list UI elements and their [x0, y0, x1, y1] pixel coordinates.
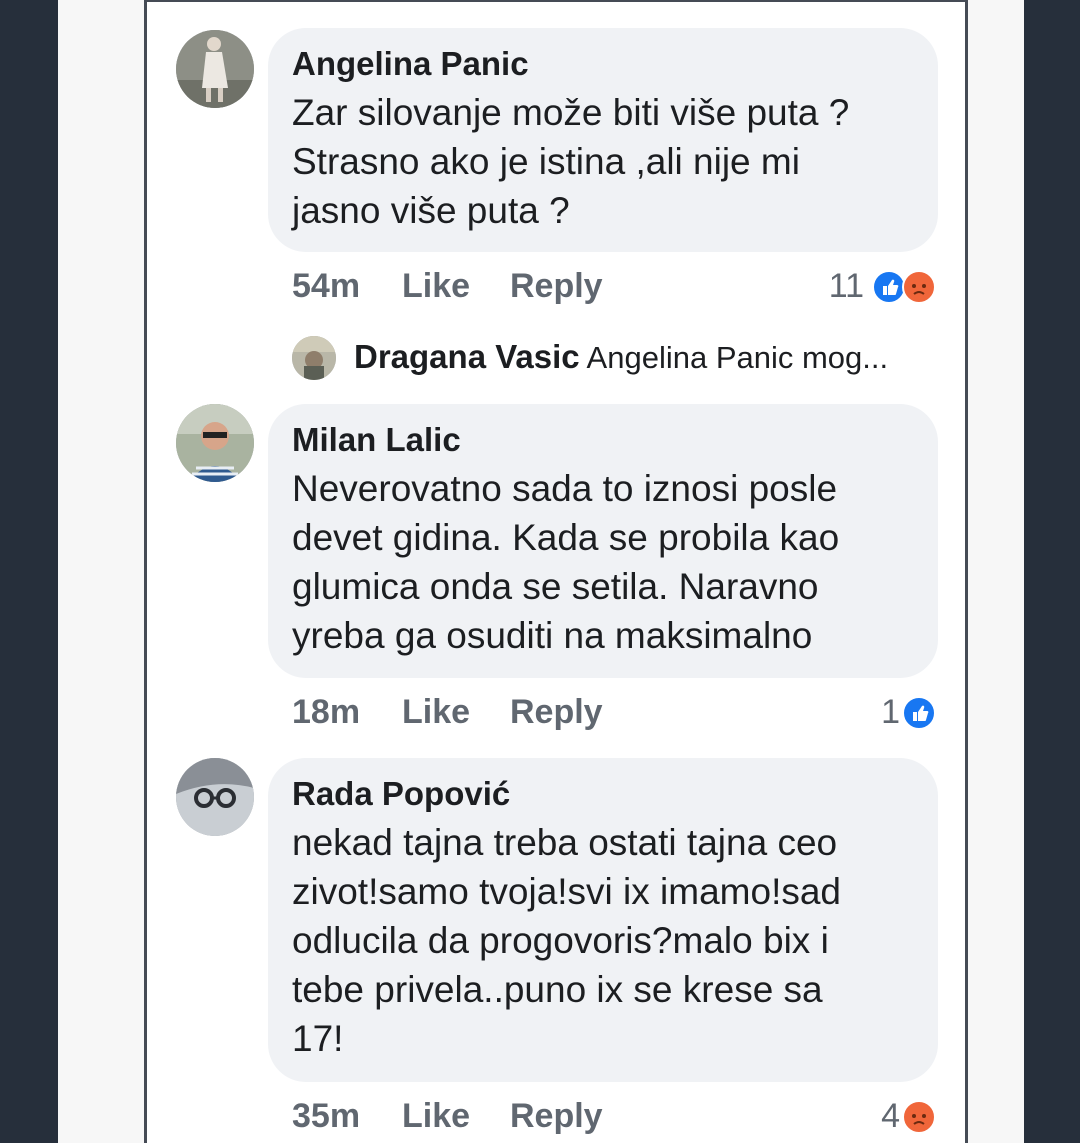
- avatar-angelina-panic[interactable]: [176, 30, 254, 108]
- comment-timestamp[interactable]: 54m: [292, 266, 360, 306]
- avatar-photo-icon: [176, 30, 254, 108]
- reaction-summary[interactable]: 1: [840, 692, 940, 732]
- avatar-photo-icon: [176, 404, 254, 482]
- avatar-milan-lalic[interactable]: [176, 404, 254, 482]
- comment-text-line: Strasno ako je istina ,ali nije mi: [292, 141, 800, 182]
- comment-bubble[interactable]: Angelina Panic Zar silovanje može biti v…: [268, 28, 938, 252]
- comment-text: Zar silovanje može biti više puta ? Stra…: [292, 88, 914, 235]
- reaction-count: 1: [881, 693, 900, 731]
- like-button[interactable]: Like: [402, 692, 470, 732]
- comment-actions: 54m Like Reply: [292, 266, 692, 306]
- like-button[interactable]: Like: [402, 1096, 470, 1136]
- avatar-photo-icon: [292, 336, 336, 380]
- reaction-count: 11: [828, 267, 864, 305]
- comment-timestamp[interactable]: 18m: [292, 692, 360, 732]
- comment-text: nekad tajna treba ostati tajna ceo zivot…: [292, 818, 914, 1063]
- reaction-summary[interactable]: 4: [840, 1096, 940, 1136]
- like-icon: [902, 696, 936, 730]
- comment-text-line: yreba ga osuditi na maksimalno: [292, 615, 813, 656]
- angry-icon: [902, 1100, 936, 1134]
- comment-text-line: odlucila da progovoris?malo bix i: [292, 920, 829, 961]
- panel-top-border: [144, 0, 968, 2]
- comment-text-line: tebe privela..puno ix se krese sa: [292, 969, 823, 1010]
- comment-bubble[interactable]: Milan Lalic Neverovatno sada to iznosi p…: [268, 404, 938, 678]
- comment-author[interactable]: Angelina Panic: [292, 44, 914, 84]
- like-icon: [872, 270, 906, 304]
- reply-button[interactable]: Reply: [510, 692, 603, 732]
- comment-text: Neverovatno sada to iznosi posle devet g…: [292, 464, 914, 660]
- comment-timestamp[interactable]: 35m: [292, 1096, 360, 1136]
- reply-button[interactable]: Reply: [510, 1096, 603, 1136]
- comment-actions: 18m Like Reply: [292, 692, 692, 732]
- comment-author[interactable]: Milan Lalic: [292, 420, 914, 460]
- comment-text-line: 17!: [292, 1018, 344, 1059]
- reply-button[interactable]: Reply: [510, 266, 603, 306]
- comment-bubble[interactable]: Rada Popović nekad tajna treba ostati ta…: [268, 758, 938, 1082]
- reply-preview[interactable]: Dragana Vasic Angelina Panic mog...: [354, 338, 888, 382]
- avatar-rada-popovic[interactable]: [176, 758, 254, 836]
- like-button[interactable]: Like: [402, 266, 470, 306]
- reaction-summary[interactable]: 11: [820, 266, 940, 306]
- comment-text-line: devet gidina. Kada se probila kao: [292, 517, 840, 558]
- comment-text-line: Zar silovanje može biti više puta ?: [292, 92, 850, 133]
- reply-text: Angelina Panic mog...: [586, 340, 889, 375]
- comment-text-line: Neverovatno sada to iznosi posle: [292, 468, 838, 509]
- comment-text-line: jasno više puta ?: [292, 190, 570, 231]
- avatar-photo-icon: [176, 758, 254, 836]
- comment-text-line: glumica onda se setila. Naravno: [292, 566, 819, 607]
- comment-author[interactable]: Rada Popović: [292, 774, 914, 814]
- angry-icon: [902, 270, 936, 304]
- comment-text-line: zivot!samo tvoja!svi ix imamo!sad: [292, 871, 842, 912]
- comment-text-line: nekad tajna treba ostati tajna ceo: [292, 822, 838, 863]
- comment-actions: 35m Like Reply: [292, 1096, 692, 1136]
- reply-author[interactable]: Dragana Vasic: [354, 338, 580, 375]
- reaction-count: 4: [881, 1097, 900, 1135]
- avatar-dragana-vasic[interactable]: [292, 336, 336, 380]
